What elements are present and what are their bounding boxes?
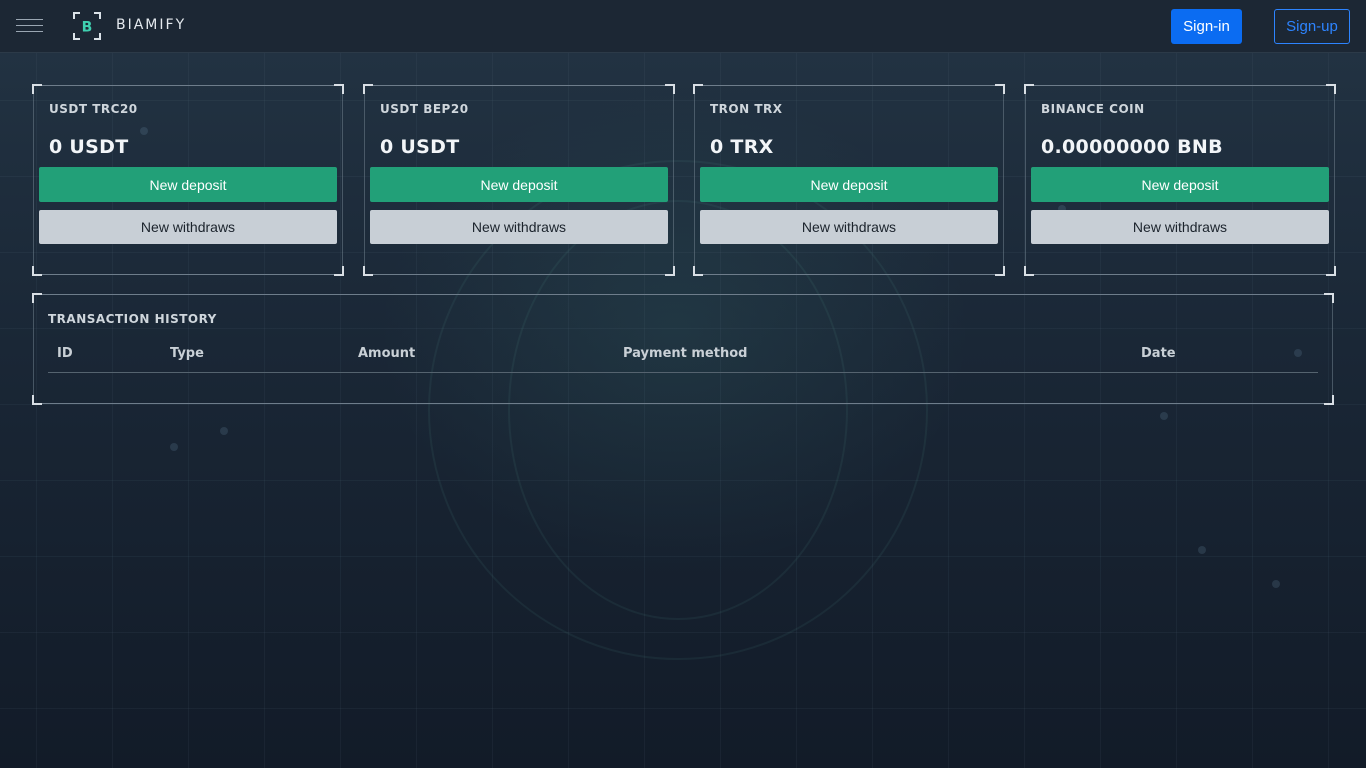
brand-name[interactable]: BIAMIFY [116, 17, 186, 33]
card-title: USDT TRC20 [49, 102, 138, 116]
new-withdraws-button[interactable]: New withdraws [370, 210, 668, 244]
background-dot [1198, 546, 1206, 554]
frame-corner [693, 84, 703, 94]
card-balance: 0 USDT [49, 136, 129, 158]
frame-corner [363, 266, 373, 276]
card-balance: 0 TRX [710, 136, 774, 158]
menu-icon-bar [16, 25, 43, 26]
new-deposit-button[interactable]: New deposit [370, 167, 668, 202]
column-header-amount: Amount [358, 346, 416, 361]
frame-corner [665, 266, 675, 276]
wallet-card-tron-trx: TRON TRX 0 TRX New deposit New withdraws [693, 84, 1005, 276]
transaction-history-panel: TRANSACTION HISTORY ID Type Amount Payme… [32, 293, 1334, 405]
column-header-payment-method: Payment method [623, 346, 748, 361]
new-deposit-button[interactable]: New deposit [1031, 167, 1329, 202]
column-header-type: Type [170, 346, 204, 361]
background-dot [1160, 412, 1168, 420]
card-title: TRON TRX [710, 102, 783, 116]
frame-corner [995, 266, 1005, 276]
sign-up-button[interactable]: Sign-up [1274, 9, 1350, 44]
frame-corner [665, 84, 675, 94]
frame-corner [693, 266, 703, 276]
frame-corner [32, 266, 42, 276]
wallet-card-usdt-bep20: USDT BEP20 0 USDT New deposit New withdr… [363, 84, 675, 276]
new-withdraws-button[interactable]: New withdraws [700, 210, 998, 244]
section-title: TRANSACTION HISTORY [48, 312, 217, 326]
menu-icon[interactable] [16, 19, 43, 33]
biamify-logo-icon[interactable]: B [73, 12, 101, 40]
new-deposit-button[interactable]: New deposit [700, 167, 998, 202]
frame-corner [995, 84, 1005, 94]
sign-in-button[interactable]: Sign-in [1171, 9, 1242, 44]
background-dot [220, 427, 228, 435]
wallet-card-usdt-trc20: USDT TRC20 0 USDT New deposit New withdr… [32, 84, 344, 276]
column-header-date: Date [1141, 346, 1176, 361]
card-title: BINANCE COIN [1041, 102, 1145, 116]
frame-corner [32, 84, 42, 94]
table-header-row: ID Type Amount Payment method Date [48, 341, 1318, 373]
frame-corner [1326, 266, 1336, 276]
frame-corner [363, 84, 373, 94]
menu-icon-bar [16, 31, 43, 32]
frame-corner [334, 266, 344, 276]
logo-letter: B [82, 20, 93, 36]
new-withdraws-button[interactable]: New withdraws [39, 210, 337, 244]
frame-corner [32, 293, 42, 303]
frame-corner [1326, 84, 1336, 94]
frame-corner [1024, 266, 1034, 276]
top-navbar: B BIAMIFY Sign-in Sign-up [0, 0, 1366, 53]
menu-icon-bar [16, 19, 43, 20]
frame-corner [1324, 395, 1334, 405]
frame-corner [1324, 293, 1334, 303]
frame-corner [32, 395, 42, 405]
background-dot [1272, 580, 1280, 588]
card-balance: 0.00000000 BNB [1041, 136, 1223, 158]
card-title: USDT BEP20 [380, 102, 469, 116]
background-dot [170, 443, 178, 451]
column-header-id: ID [57, 346, 73, 361]
new-deposit-button[interactable]: New deposit [39, 167, 337, 202]
wallet-card-binance-coin: BINANCE COIN 0.00000000 BNB New deposit … [1024, 84, 1336, 276]
frame-corner [1024, 84, 1034, 94]
new-withdraws-button[interactable]: New withdraws [1031, 210, 1329, 244]
frame-corner [334, 84, 344, 94]
card-balance: 0 USDT [380, 136, 460, 158]
